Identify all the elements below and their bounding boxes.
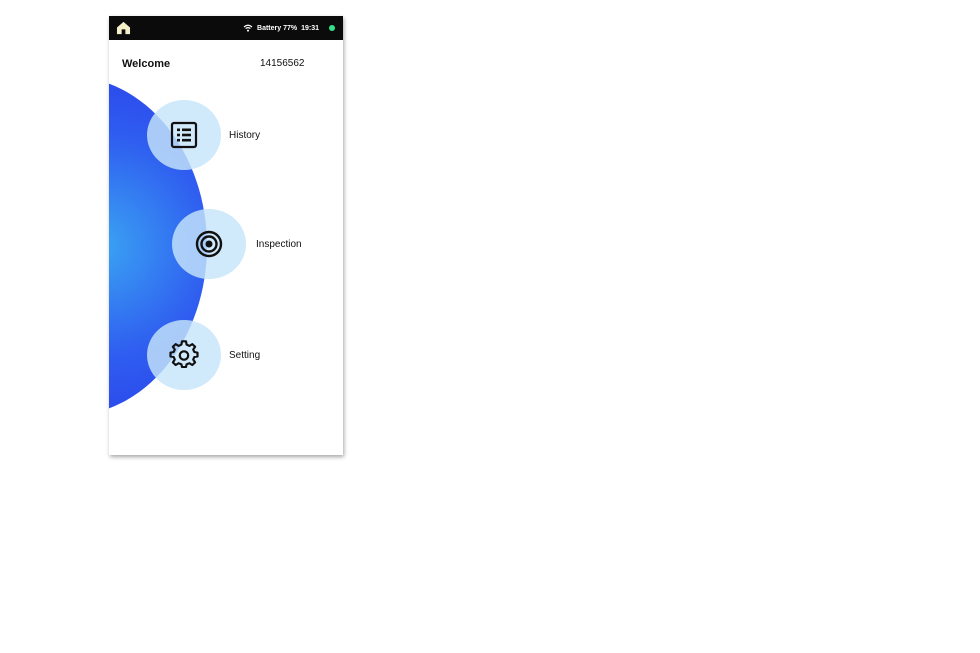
status-right: Battery 77% 19:31	[243, 16, 335, 40]
status-dot-icon	[329, 25, 335, 31]
setting-label[interactable]: Setting	[229, 350, 260, 361]
home-icon[interactable]	[116, 21, 131, 35]
status-bar: Battery 77% 19:31	[109, 16, 343, 40]
history-menu-item[interactable]: History	[147, 100, 260, 170]
welcome-text: Welcome	[122, 58, 171, 70]
setting-menu-item[interactable]: Setting	[147, 320, 260, 390]
status-time: 19:31	[301, 24, 319, 32]
inspection-button[interactable]	[172, 209, 246, 279]
inspection-label[interactable]: Inspection	[256, 239, 302, 250]
target-icon	[195, 230, 223, 258]
device-screen: Battery 77% 19:31 Welcome 14156562 Histo…	[109, 16, 343, 455]
inspection-menu-item[interactable]: Inspection	[172, 209, 302, 279]
list-icon	[170, 121, 198, 149]
setting-button[interactable]	[147, 320, 221, 390]
history-button[interactable]	[147, 100, 221, 170]
user-id: 14156562	[260, 58, 305, 69]
battery-label: Battery 77%	[257, 24, 298, 32]
history-label[interactable]: History	[229, 130, 260, 141]
wifi-icon	[243, 24, 253, 32]
gear-icon	[169, 340, 199, 369]
